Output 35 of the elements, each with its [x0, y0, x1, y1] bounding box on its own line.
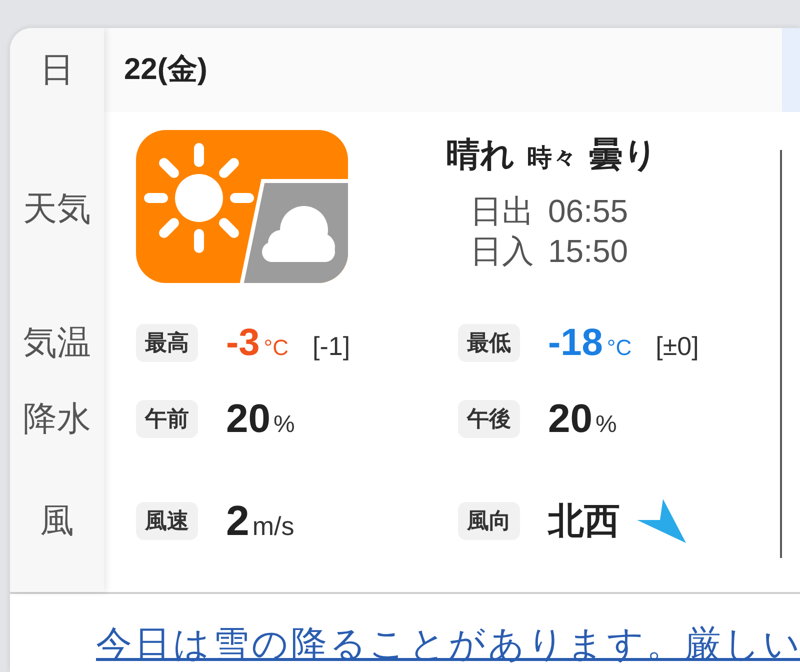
wind-speed-value: 2 [226, 500, 250, 542]
metric-label: 午後 [458, 400, 520, 438]
wind-speed-unit: m/s [252, 512, 294, 538]
temperature-change: [±0] [656, 333, 699, 359]
wind-direction-value: 北西 [548, 502, 620, 538]
temperature-unit: °C [606, 337, 632, 359]
sun-and-cloud-icon [136, 130, 348, 283]
date-text: 22(金) [124, 55, 208, 85]
metric-label: 最高 [136, 324, 198, 362]
row-label: 日 [40, 53, 74, 87]
row-label: 天気 [23, 192, 91, 226]
temperature-change: [-1] [312, 333, 350, 359]
metric-label: 最低 [458, 324, 520, 362]
weather-condition: 晴れ [446, 138, 515, 172]
notice-link[interactable]: 今日は雪の降ることがあります。厳しい [96, 623, 800, 664]
sun-event-label: 日入 [470, 235, 534, 267]
temperature-value: -18 [548, 324, 603, 362]
temperature-value: -3 [226, 324, 260, 362]
weather-condition: 曇り [589, 138, 658, 172]
row-label: 風 [40, 504, 74, 538]
precipitation-unit: % [274, 413, 295, 437]
sun-event-label: 日出 [470, 195, 534, 227]
metric-label: 風向 [458, 502, 520, 540]
weather-connector: 時々 [527, 146, 577, 171]
time-text: 06:55 [548, 195, 628, 227]
temperature-unit: °C [264, 337, 288, 359]
precipitation-unit: % [596, 413, 617, 437]
row-label: 降水 [23, 402, 91, 436]
precipitation-value: 20 [226, 399, 270, 439]
metric-label: 午前 [136, 400, 198, 438]
arrowhead-icon [636, 498, 687, 544]
precipitation-value: 20 [548, 399, 592, 439]
time-text: 15:50 [548, 235, 628, 267]
metric-label: 風速 [136, 502, 198, 540]
row-label: 気温 [23, 326, 91, 360]
